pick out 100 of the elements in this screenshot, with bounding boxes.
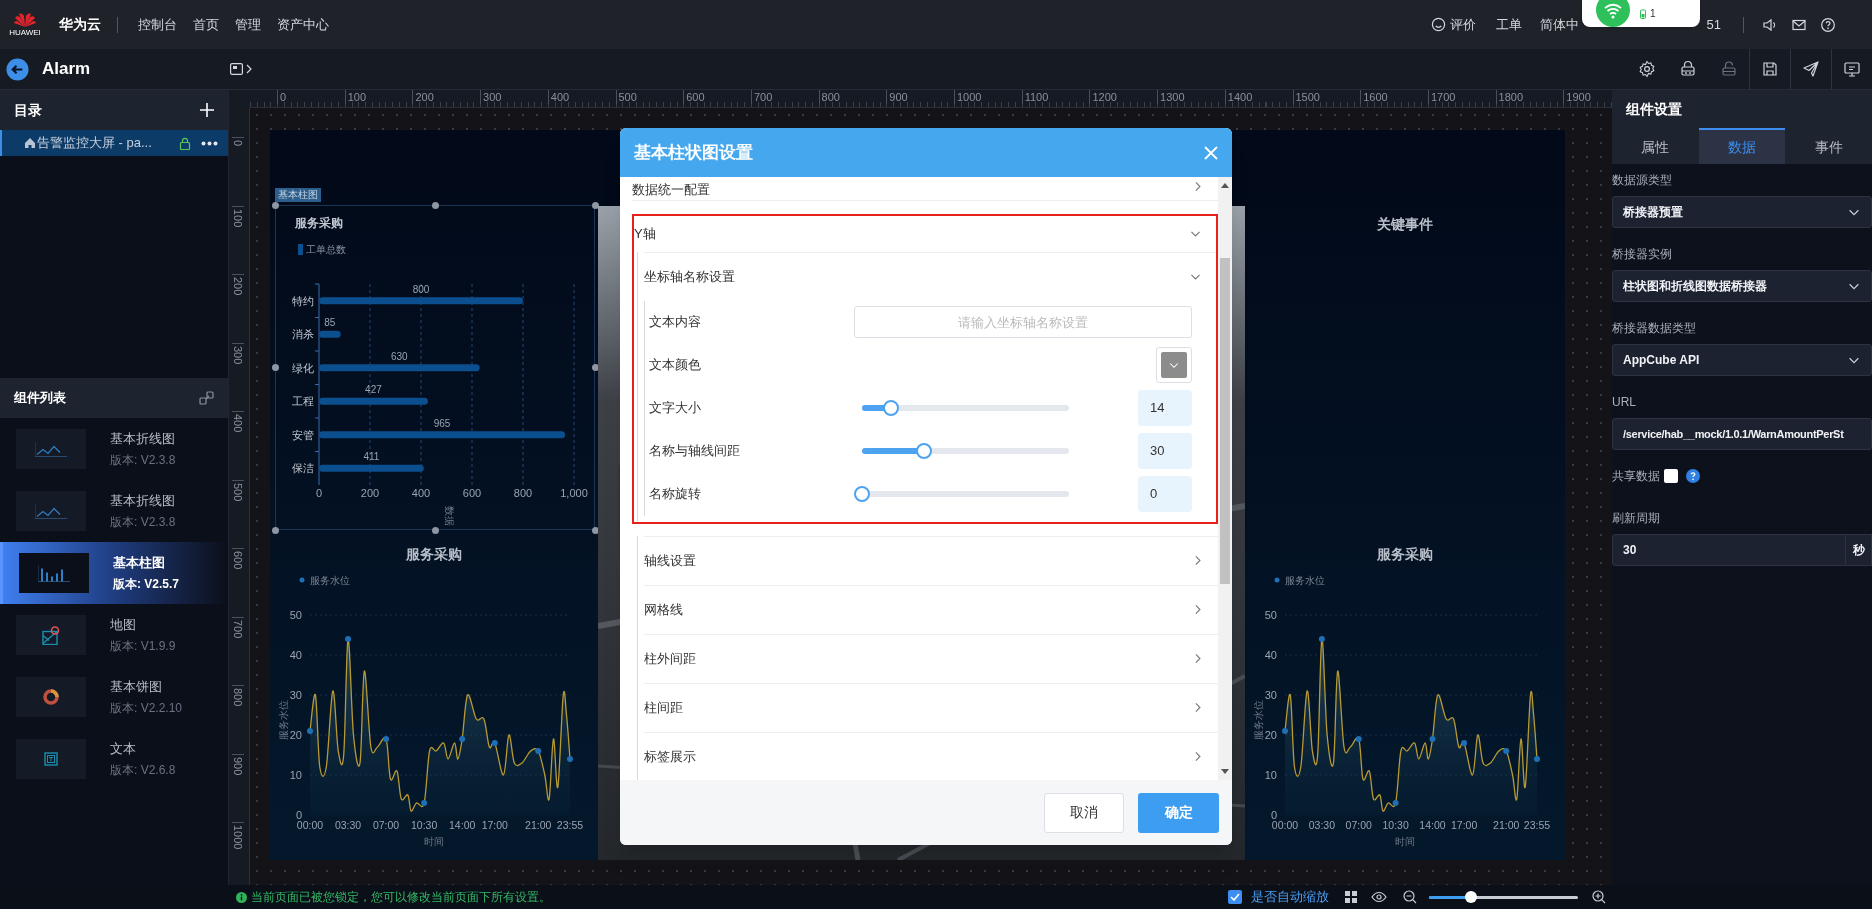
data-point <box>1392 800 1399 806</box>
category-label: 消杀 <box>292 328 314 341</box>
component-item[interactable]: 地图 版本: V1.9.9 <box>0 604 228 666</box>
input-field[interactable]: 30 <box>1612 534 1846 566</box>
section-header[interactable]: 柱间距 <box>644 683 1218 732</box>
ruler-label: 600 <box>232 548 244 570</box>
axis-title: 时间 <box>424 836 444 847</box>
legend-marker <box>1274 577 1280 583</box>
tick-label: 21:00 <box>1493 819 1520 831</box>
language-link[interactable]: 简体中 <box>1539 14 1579 35</box>
number-field[interactable]: 14 <box>1138 390 1192 426</box>
nav-link[interactable]: 控制台 <box>130 14 185 35</box>
petal-logo-icon <box>14 12 36 28</box>
scrollbar-thumb[interactable] <box>1220 258 1230 584</box>
field-label: 共享数据 <box>1612 468 1660 485</box>
auto-zoom-toggle[interactable]: 是否自动缩放 <box>1228 887 1329 907</box>
grid-icon[interactable] <box>1345 891 1357 903</box>
tab[interactable]: 事件 <box>1785 128 1872 164</box>
color-picker[interactable] <box>1156 347 1192 383</box>
tick-label: 23:55 <box>556 819 584 831</box>
slider-thumb[interactable] <box>882 400 899 416</box>
component-item[interactable]: 基本折线图 版本: V2.3.8 <box>0 480 228 542</box>
slider-thumb[interactable] <box>916 443 933 459</box>
input-field[interactable]: /service/hab__mock/1.0.1/WarnAmountPerSt <box>1612 418 1872 450</box>
tree-item-label: 告警监控大屏 - pa... <box>37 134 153 153</box>
ruler-label: 500 <box>615 90 637 104</box>
settings-icon <box>1637 60 1656 78</box>
component-item[interactable]: 基本折线图 版本: V2.3.8 <box>0 418 228 480</box>
section-header[interactable]: 坐标轴名称设置 <box>644 252 1216 301</box>
section-header[interactable]: 网格线 <box>644 585 1218 634</box>
ruler-label: 500 <box>232 479 244 501</box>
link-icon[interactable] <box>199 390 214 406</box>
text-box-icon <box>44 752 58 766</box>
resize-handle[interactable] <box>591 363 599 371</box>
component-item[interactable]: 文本 版本: V2.6.8 <box>0 728 228 790</box>
axis-title: 服务水位 <box>278 700 289 740</box>
component-item[interactable]: 基本饼图 版本: V2.2.10 <box>0 666 228 728</box>
ruler-label: 300 <box>232 342 244 364</box>
slider-thumb[interactable] <box>854 486 870 502</box>
component-version: 版本: V2.3.8 <box>110 514 176 532</box>
resize-handle[interactable] <box>271 201 279 209</box>
component-version: 版本: V2.5.7 <box>113 576 180 594</box>
popup-count: 1 <box>1650 7 1656 21</box>
eye-icon[interactable] <box>1371 891 1387 903</box>
scrollbar[interactable] <box>1218 177 1232 780</box>
section-header[interactable]: 柱外间距 <box>644 634 1218 683</box>
save-icon <box>1761 60 1779 78</box>
tab[interactable]: 属性 <box>1612 128 1699 164</box>
component-version: 版本: V2.3.8 <box>110 452 176 470</box>
nav-link[interactable]: 首页 <box>185 14 227 35</box>
resize-handle[interactable] <box>591 526 599 534</box>
section-header[interactable]: 轴线设置 <box>644 536 1218 585</box>
select-field[interactable]: AppCube API <box>1612 344 1872 376</box>
nav-link[interactable]: 管理 <box>227 14 269 35</box>
section-header[interactable]: Y轴 <box>634 215 1216 252</box>
nav-link[interactable]: 资产中心 <box>269 14 337 35</box>
resize-handle[interactable] <box>431 201 439 209</box>
slider-thumb[interactable] <box>1464 891 1477 903</box>
field-label: 数据源类型 <box>1612 172 1673 189</box>
tick-label: 23:55 <box>1523 819 1551 831</box>
chart-widget[interactable]: 服务采购 工单总数 0 200 400 600 800 1,000 特约 800 消杀 85 绿化 630 工程 427 安管 965 保洁 411 数据 <box>275 205 595 530</box>
select-field[interactable]: 柱状图和折线图数据桥接器 <box>1612 270 1872 302</box>
data-point <box>1534 756 1540 762</box>
speaker-icon[interactable] <box>1762 16 1778 33</box>
ruler-label: 900 <box>886 90 908 104</box>
resize-handle[interactable] <box>271 526 279 534</box>
add-icon[interactable] <box>200 103 214 117</box>
back-icon[interactable] <box>6 57 29 81</box>
chart-widget[interactable]: 服务采购 服务水位 0 10 20 30 40 50 00:00 03:30 07:00 10:30 14:00 17:00 21:00 23:55 时间 服务水位 <box>1245 535 1565 860</box>
tick-label: 40 <box>1264 649 1277 661</box>
help-icon[interactable] <box>1686 469 1700 483</box>
line-chart-icon <box>35 441 67 457</box>
axis-title: 服务水位 <box>1253 700 1264 740</box>
tab[interactable]: 数据 <box>1698 128 1786 164</box>
resize-handle[interactable] <box>271 363 279 371</box>
zoom-in-icon[interactable] <box>1592 890 1606 904</box>
value-label: 85 <box>324 317 336 329</box>
checkbox[interactable] <box>1228 890 1242 904</box>
page-title: Alarm <box>42 58 92 81</box>
data-point <box>535 748 542 754</box>
close-icon[interactable] <box>1204 145 1218 160</box>
section-header[interactable]: 标签展示 <box>644 732 1218 780</box>
cancel-button[interactable]: 取消 <box>1044 792 1124 833</box>
checkbox[interactable] <box>1664 469 1678 483</box>
section-header[interactable]: 数据统一配置 <box>632 177 1218 201</box>
chart-widget[interactable]: 服务采购 服务水位 0 10 20 30 40 50 00:00 03:30 07:00 10:30 14:00 17:00 21:00 23:55 时间 服务水位 <box>270 535 598 860</box>
chevron-right-icon[interactable] <box>245 64 253 74</box>
ticket-link[interactable]: 工单 <box>1495 14 1522 35</box>
page-icon[interactable] <box>230 63 243 75</box>
help-icon[interactable] <box>1820 16 1836 33</box>
tree-item[interactable]: 告警监控大屏 - pa... <box>0 130 228 156</box>
resize-handle[interactable] <box>591 201 599 209</box>
feedback-button[interactable]: 评价 <box>1430 14 1476 35</box>
select-field[interactable]: 桥接器预置 <box>1612 196 1872 228</box>
zoom-out-icon[interactable] <box>1403 890 1417 904</box>
number-field[interactable]: 30 <box>1138 433 1192 469</box>
more-icon[interactable] <box>201 140 218 146</box>
resize-handle[interactable] <box>431 526 439 534</box>
number-field[interactable]: 0 <box>1138 476 1192 512</box>
input-field[interactable]: 请输入坐标轴名称设置 <box>854 306 1192 338</box>
